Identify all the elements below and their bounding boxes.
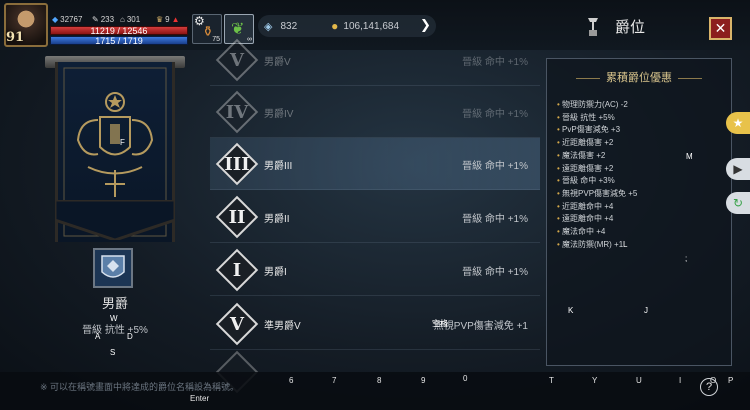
rank-numeral-badge: I bbox=[215, 248, 259, 292]
rank-row-name: 準男爵V bbox=[264, 321, 301, 332]
stat-a: ✎ 233 bbox=[92, 15, 115, 24]
hotkey-label: I bbox=[679, 376, 682, 385]
diamond-count: 832 bbox=[280, 20, 298, 32]
player-level: 91 bbox=[6, 30, 25, 45]
mp-bar: 1715 / 1719 bbox=[50, 36, 188, 46]
hotkey-label: Enter bbox=[190, 394, 210, 403]
rank-numeral-badge: III bbox=[215, 142, 259, 186]
benefits-title: 累積爵位優惠 bbox=[547, 69, 731, 85]
rank-numeral-badge: II bbox=[215, 195, 259, 239]
overlay-key-label: M bbox=[686, 152, 693, 161]
hp-text: 11219 / 12546 bbox=[90, 26, 148, 36]
currency-expand-arrow-icon[interactable]: ❯ bbox=[420, 17, 431, 33]
close-button[interactable]: ✕ bbox=[709, 17, 732, 40]
rank-title-icon bbox=[585, 17, 601, 37]
rank-row-stat: 晉級 命中 +1% bbox=[462, 214, 528, 225]
benefit-item: 近距離傷害 +2 bbox=[557, 137, 637, 150]
rank-numeral-badge: V bbox=[215, 38, 259, 82]
rank-numeral-badge: IV bbox=[215, 90, 259, 134]
hotkey-label: 8 bbox=[377, 376, 382, 385]
benefit-item: 物理防禦力(AC) -2 bbox=[557, 99, 637, 112]
current-rank-bonus: 晉級 抗性 +5% bbox=[82, 325, 148, 336]
overlay-key-label: J bbox=[644, 306, 648, 315]
rank-row-name: 男爵V bbox=[264, 57, 291, 68]
lock-icon: ⌂ bbox=[120, 15, 125, 24]
rank-row-stat: 晉級 命中 +1% bbox=[462, 109, 528, 120]
rank-row-name: 男爵III bbox=[264, 161, 293, 172]
current-rank-icon bbox=[93, 248, 133, 288]
rank-row[interactable]: IV 男爵IV 晉級 命中 +1% bbox=[210, 86, 540, 138]
overlay-key-label: W bbox=[110, 314, 118, 323]
rank-row-stat: 晉級 命中 +1% bbox=[462, 161, 528, 172]
help-button[interactable]: ? bbox=[700, 378, 718, 396]
rank-row-name: 男爵IV bbox=[264, 109, 294, 120]
gold-coin-icon: ● bbox=[331, 19, 339, 33]
overlay-key-label: L bbox=[623, 240, 628, 249]
question-icon: ? bbox=[705, 381, 713, 393]
benefit-item: 遠距離命中 +4 bbox=[557, 213, 637, 226]
rank-row-stat: 晉級 命中 +1% bbox=[462, 267, 528, 278]
hp-bar: 11219 / 12546 bbox=[50, 26, 188, 36]
hotkey-label: 0 bbox=[463, 374, 468, 383]
benefit-item: 晉級 抗性 +5% bbox=[557, 112, 637, 125]
benefit-item: 晉級 命中 +3% bbox=[557, 175, 637, 188]
hotkey-label: 7 bbox=[332, 376, 337, 385]
banner-tail bbox=[55, 200, 175, 240]
overlay-key-label: D bbox=[127, 332, 133, 341]
rank-row[interactable]: II 男爵II 晉級 命中 +1% bbox=[210, 191, 540, 243]
gold-count: 106,141,684 bbox=[343, 20, 400, 32]
benefit-item: PvP傷害減免 +3 bbox=[557, 124, 637, 137]
star-icon: ★ bbox=[732, 116, 744, 130]
current-rank-name: 男爵 bbox=[101, 296, 128, 311]
rank-numeral-badge: V bbox=[215, 302, 259, 346]
rank-row-name: 男爵I bbox=[264, 267, 287, 278]
feather-icon: ✎ bbox=[92, 15, 99, 24]
play-side-button[interactable]: ▶ bbox=[726, 158, 750, 180]
refresh-side-button[interactable]: ↻ bbox=[726, 192, 750, 214]
rank-row-selected[interactable]: III 男爵III 晉級 命中 +1% bbox=[210, 138, 540, 190]
rank-row[interactable]: I 男爵I 晉級 命中 +1% bbox=[210, 244, 540, 296]
stat-c: ♛ 9 ▲ bbox=[156, 15, 180, 24]
hotkey-label: T bbox=[549, 376, 554, 385]
overlay-key-label: 空格 bbox=[432, 319, 448, 328]
benefit-item: 魔法命中 +4 bbox=[557, 226, 637, 239]
hotkey-label: U bbox=[636, 376, 642, 385]
diamond-icon: ◈ bbox=[264, 20, 273, 33]
play-icon: ▶ bbox=[733, 162, 743, 176]
rank-row[interactable]: V 準男爵V 無視PVP傷害減免 +1 bbox=[210, 298, 540, 350]
footer-notice: ※ 可以在稱號畫面中將達成的爵位名稱設為稱號。 bbox=[40, 382, 240, 392]
page-title: 爵位 bbox=[615, 18, 646, 36]
overlay-key-label: F bbox=[120, 138, 125, 147]
overlay-key-label: K bbox=[568, 306, 574, 315]
favorite-side-button[interactable]: ★ bbox=[726, 112, 750, 134]
hotkey-label: P bbox=[728, 376, 734, 385]
stat-b: ⌂ 301 bbox=[120, 15, 141, 24]
trophy-icon: ♛ bbox=[156, 15, 164, 24]
overlay-key-label: S bbox=[110, 348, 116, 357]
close-icon: ✕ bbox=[714, 20, 727, 36]
benefits-panel: 累積爵位優惠 物理防禦力(AC) -2 晉級 抗性 +5% PvP傷害減免 +3… bbox=[546, 58, 732, 366]
rank-row-stat: 晉級 命中 +1% bbox=[462, 57, 528, 68]
benefit-item: 近距離命中 +4 bbox=[557, 201, 637, 214]
hotkey-label: 9 bbox=[421, 376, 426, 385]
overlay-key-label: ; bbox=[685, 254, 688, 263]
benefit-item: 遠距離傷害 +2 bbox=[557, 163, 637, 176]
gem-icon: ◆ bbox=[52, 15, 59, 24]
window-title: 爵位 bbox=[585, 16, 645, 37]
hotkey-label: 6 bbox=[289, 376, 294, 385]
rank-row[interactable]: V 男爵V 晉級 命中 +1% bbox=[210, 34, 540, 86]
rank-row-name: 男爵II bbox=[264, 214, 290, 225]
hotkey-label: Y bbox=[592, 376, 598, 385]
benefit-item: 無視PVP傷害減免 +5 bbox=[557, 188, 637, 201]
overlay-key-label: A bbox=[95, 332, 101, 341]
mp-text: 1715 / 1719 bbox=[95, 36, 143, 46]
benefits-list: 物理防禦力(AC) -2 晉級 抗性 +5% PvP傷害減免 +3 近距離傷害 … bbox=[557, 99, 637, 251]
alert-icon: ▲ bbox=[171, 15, 180, 24]
gem-stat: ◆ 32767 bbox=[52, 15, 83, 24]
benefit-item: 魔法傷害 +2 bbox=[557, 150, 637, 163]
refresh-icon: ↻ bbox=[732, 196, 744, 210]
